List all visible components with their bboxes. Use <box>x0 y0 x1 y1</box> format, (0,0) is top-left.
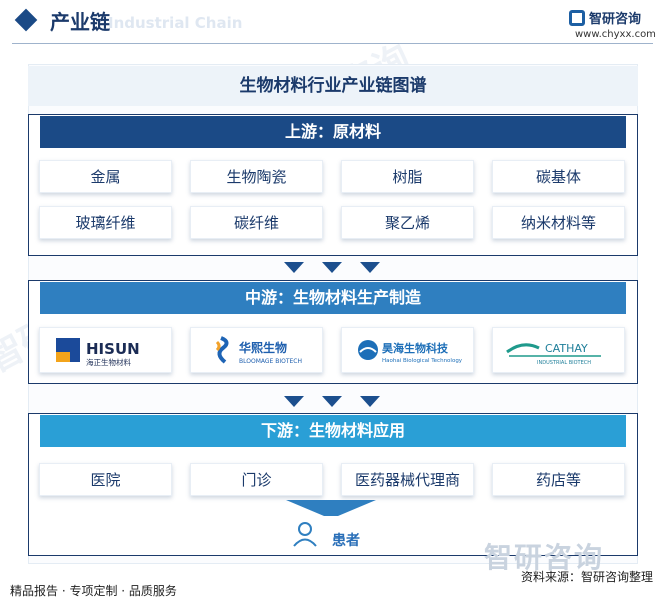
hisun-logo-icon: HISUN 海正生物材料 <box>56 338 140 367</box>
company-logo-bloomage: 华熙生物 BLOOMAGE BIOTECH <box>190 327 323 373</box>
diagram-title: 生物材料行业产业链图谱 <box>28 66 638 106</box>
upstream-item: 碳纤维 <box>190 206 323 239</box>
diamond-icon <box>14 8 38 32</box>
midstream-band: 中游：生物材料生产制造 <box>40 282 626 314</box>
company-logo-haohai: 昊海生物科技 Haohai Biological Technology <box>341 327 474 373</box>
upstream-item: 聚乙烯 <box>341 206 474 239</box>
brand-logo: 智研咨询 www.chyxx.com <box>569 8 656 44</box>
cathay-logo-icon: CATHAY INDUSTRIAL BIOTECH <box>506 342 601 366</box>
source-note: 资料来源：智研咨询整理 <box>520 570 653 584</box>
page-header: Industrial Chain 产业链 智研咨询 www.chyxx.com <box>0 0 665 44</box>
upstream-item: 纳米材料等 <box>492 206 625 239</box>
bloomage-logo-icon: 华熙生物 BLOOMAGE BIOTECH <box>215 336 302 365</box>
down-arrow-icon <box>286 500 376 516</box>
hisun-name: HISUN <box>86 340 140 358</box>
upstream-item: 玻璃纤维 <box>39 206 172 239</box>
footer-slogan: 精品报告 · 专项定制 · 品质服务 <box>10 584 177 598</box>
upstream-band: 上游：原材料 <box>40 116 626 148</box>
bloomage-sub: BLOOMAGE BIOTECH <box>239 358 302 365</box>
downstream-item: 医院 <box>39 463 172 496</box>
bloomage-name: 华熙生物 <box>239 340 287 355</box>
downstream-item: 门诊 <box>190 463 323 496</box>
flow-arrow-icon <box>284 262 304 273</box>
flow-arrow-icon <box>322 262 342 273</box>
upstream-item: 金属 <box>39 160 172 193</box>
header-title-en: Industrial Chain <box>108 14 243 32</box>
patient-icon <box>293 522 317 547</box>
company-logo-hisun: HISUN 海正生物材料 <box>39 327 172 373</box>
flow-arrow-icon <box>360 262 380 273</box>
brand-name: 智研咨询 <box>589 12 642 27</box>
upstream-item: 树脂 <box>341 160 474 193</box>
brand-mark-icon <box>569 10 585 26</box>
upstream-item: 生物陶瓷 <box>190 160 323 193</box>
flow-arrow-icon <box>322 396 342 407</box>
downstream-band: 下游：生物材料应用 <box>40 415 626 447</box>
header-title: 产业链 <box>50 10 110 34</box>
haohai-name: 昊海生物科技 <box>382 341 449 355</box>
flow-arrow-icon <box>284 396 304 407</box>
flow-arrow-icon <box>360 396 380 407</box>
downstream-item: 医药器械代理商 <box>341 463 474 496</box>
end-user-label: 患者 <box>332 533 360 549</box>
upstream-item: 碳基体 <box>492 160 625 193</box>
downstream-item: 药店等 <box>492 463 625 496</box>
haohai-sub: Haohai Biological Technology <box>382 358 463 364</box>
company-logo-cathay: CATHAY INDUSTRIAL BIOTECH <box>492 327 625 373</box>
haohai-logo-icon: 昊海生物科技 Haohai Biological Technology <box>358 340 463 364</box>
cathay-sub: INDUSTRIAL BIOTECH <box>537 360 591 366</box>
header-divider <box>12 43 653 44</box>
brand-site: www.chyxx.com <box>575 29 656 40</box>
hisun-sub: 海正生物材料 <box>86 357 131 367</box>
cathay-name: CATHAY <box>545 342 588 355</box>
